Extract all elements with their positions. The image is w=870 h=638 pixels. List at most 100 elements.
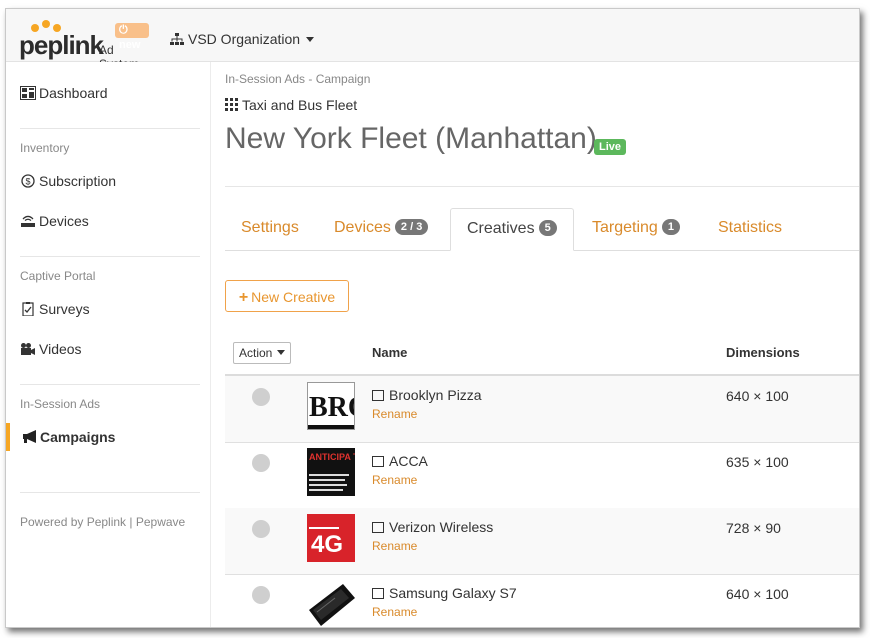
creative-dimensions: 640 × 100 <box>726 388 789 404</box>
clipboard-check-icon <box>22 302 34 316</box>
svg-text:$: $ <box>25 177 30 187</box>
plus-icon: + <box>238 289 249 306</box>
breadcrumb: In-Session Ads - Campaign <box>225 72 371 86</box>
samsung-thumbnail-image <box>307 580 355 627</box>
thumb-text: BRO <box>309 392 355 423</box>
status-badge: Live <box>594 139 627 155</box>
sidebar-section-captive-portal: Captive Portal <box>20 269 96 283</box>
creative-dimensions: 640 × 100 <box>726 586 789 602</box>
creative-name-text: Brooklyn Pizza <box>389 387 482 403</box>
sidebar-divider <box>20 256 200 257</box>
row-select-radio[interactable] <box>252 520 270 538</box>
thumb-text: 4G <box>311 531 343 558</box>
verizon-thumbnail-image: 4G <box>307 514 355 562</box>
creative-thumbnail: ANTICIPA THE FUT <box>307 448 355 496</box>
row-select-radio[interactable] <box>252 454 270 472</box>
row-select-radio[interactable] <box>252 388 270 406</box>
sidebar-item-label: Devices <box>39 213 89 229</box>
tab-label: Devices <box>334 219 391 236</box>
creative-thumbnail <box>307 580 355 627</box>
new-badge-label: new <box>119 39 141 51</box>
sidebar-item-label: Videos <box>39 341 82 357</box>
row-select-radio[interactable] <box>252 586 270 604</box>
action-dropdown[interactable]: Action <box>233 342 292 364</box>
image-icon <box>372 588 384 599</box>
sidebar-item-subscription[interactable]: $ Subscription <box>6 167 210 195</box>
grid-icon <box>225 98 238 111</box>
campaign-group-label: Taxi and Bus Fleet <box>242 97 358 113</box>
creative-thumbnail: BRO <box>307 382 355 430</box>
creative-name: Samsung Galaxy S7 <box>372 585 517 601</box>
column-header-name[interactable]: Name <box>372 345 407 360</box>
table-row: Samsung Galaxy S7 Rename 640 × 100 <box>225 574 859 627</box>
campaign-group: Taxi and Bus Fleet <box>225 97 357 113</box>
image-icon <box>372 456 384 467</box>
peplink-logo[interactable]: peplink Ad System ⏻ new <box>19 20 149 71</box>
chevron-down-icon <box>277 350 286 355</box>
dashboard-icon <box>20 86 36 100</box>
image-icon <box>372 522 384 533</box>
sidebar-item-videos[interactable]: Videos <box>6 335 210 363</box>
new-badge: ⏻ new <box>115 23 149 51</box>
sidebar-section-in-session-ads: In-Session Ads <box>20 397 101 411</box>
image-icon <box>372 390 384 401</box>
tab-statistics[interactable]: Statistics <box>702 208 798 250</box>
tab-label: Statistics <box>718 219 783 236</box>
brooklyn-pizza-thumbnail-image: BRO <box>308 383 355 429</box>
app-window: peplink Ad System ⏻ new VSD Organization <box>5 8 860 628</box>
sidebar-item-label: Campaigns <box>40 429 116 445</box>
creative-name: ACCA <box>372 453 428 469</box>
tab-label: Creatives <box>467 220 535 237</box>
rename-link[interactable]: Rename <box>372 539 417 553</box>
main-content: In-Session Ads - Campaign Taxi and Bus F… <box>211 62 859 627</box>
rename-link[interactable]: Rename <box>372 407 417 421</box>
sidebar-item-label: Dashboard <box>39 85 108 101</box>
rename-link[interactable]: Rename <box>372 605 417 619</box>
action-label: Action <box>239 346 273 360</box>
table-row: BRO Brooklyn Pizza Rename 640 × 100 <box>225 376 859 443</box>
table-row: 4G Verizon Wireless Rename 728 × 90 <box>225 508 859 575</box>
tab-count-badge: 5 <box>538 220 557 236</box>
sidebar-item-label: Subscription <box>39 173 117 189</box>
tab-targeting[interactable]: Targeting 1 <box>576 208 696 250</box>
sidebar-divider <box>20 492 200 493</box>
logo-text: peplink <box>19 30 104 60</box>
rename-link[interactable]: Rename <box>372 473 417 487</box>
creative-name: Brooklyn Pizza <box>372 387 482 403</box>
organization-label: VSD Organization <box>188 31 301 47</box>
column-header-dimensions[interactable]: Dimensions <box>726 345 800 360</box>
table-row: ANTICIPA THE FUT ACCA Rename 635 × 100 <box>225 442 859 509</box>
creative-dimensions: 635 × 100 <box>726 454 789 470</box>
tab-count-badge: 1 <box>661 219 680 235</box>
sidebar-divider <box>20 384 200 385</box>
new-creative-button[interactable]: + New Creative <box>225 280 349 312</box>
tab-count-badge: 2 / 3 <box>394 219 429 235</box>
tab-devices[interactable]: Devices 2 / 3 <box>318 208 444 250</box>
megaphone-icon <box>23 430 36 443</box>
acca-thumbnail-image: ANTICIPA THE FUT <box>307 448 355 496</box>
sidebar-item-campaigns[interactable]: Campaigns <box>6 423 214 451</box>
tab-bar: Settings Devices 2 / 3 Creatives 5 Targeti… <box>225 208 859 251</box>
sidebar: Dashboard Inventory $ Subscription Devic… <box>6 62 211 627</box>
thumb-text: ANTICIPA THE FUT <box>309 452 355 462</box>
sidebar-item-dashboard[interactable]: Dashboard <box>6 79 210 107</box>
creative-dimensions: 728 × 90 <box>726 520 781 536</box>
page-title: New York Fleet (Manhattan) <box>225 122 597 155</box>
organization-dropdown[interactable]: VSD Organization <box>170 31 315 47</box>
sidebar-section-inventory: Inventory <box>20 141 70 155</box>
wifi-router-icon <box>21 215 35 227</box>
creative-name: Verizon Wireless <box>372 519 493 535</box>
sidebar-item-surveys[interactable]: Surveys <box>6 295 210 323</box>
creative-thumbnail: 4G <box>307 514 355 562</box>
sidebar-item-devices[interactable]: Devices <box>6 207 210 235</box>
tab-settings[interactable]: Settings <box>225 208 315 250</box>
chevron-down-icon <box>306 37 315 42</box>
new-creative-label: New Creative <box>251 289 336 305</box>
sitemap-icon <box>170 33 184 45</box>
divider <box>225 186 859 187</box>
tab-creatives[interactable]: Creatives 5 <box>450 208 574 251</box>
sidebar-footer: Powered by Peplink | Pepwave <box>20 515 186 529</box>
creative-name-text: Verizon Wireless <box>389 519 494 535</box>
subscription-icon: $ <box>21 174 35 188</box>
sidebar-divider <box>20 128 200 129</box>
